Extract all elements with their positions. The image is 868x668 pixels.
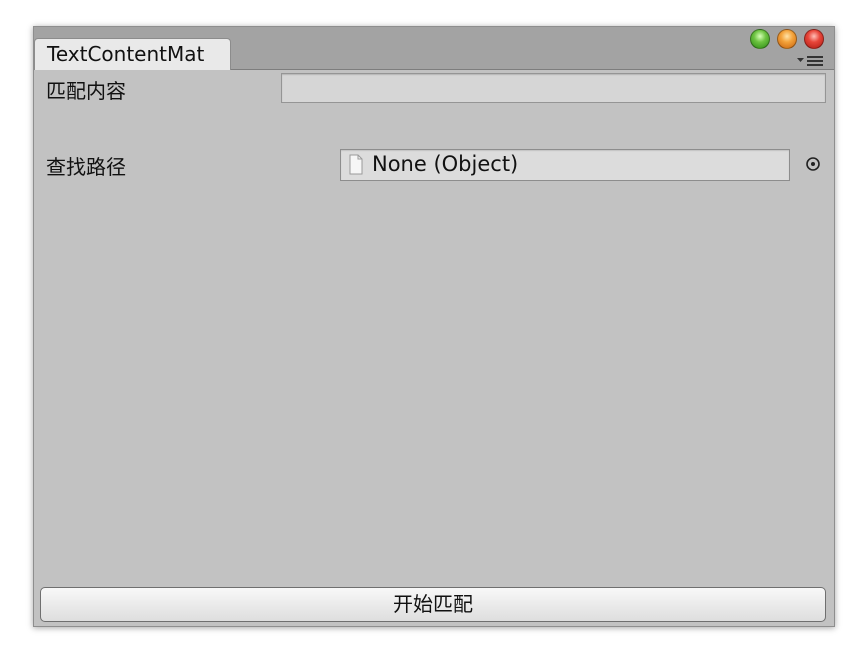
search-path-label: 查找路径: [46, 155, 126, 179]
match-content-label: 匹配内容: [46, 79, 126, 103]
zoom-button[interactable]: [750, 29, 770, 49]
tab-menu-icon[interactable]: [797, 55, 825, 67]
start-match-button[interactable]: 开始匹配: [40, 587, 826, 622]
minimize-button[interactable]: [777, 29, 797, 49]
search-path-value: None (Object): [372, 152, 519, 176]
start-match-label: 开始匹配: [393, 592, 473, 616]
document-icon: [349, 154, 363, 175]
search-path-object-field[interactable]: None (Object): [340, 149, 790, 181]
object-picker-icon[interactable]: [805, 156, 821, 172]
match-content-input[interactable]: [281, 73, 826, 103]
window-titlebar: TextContentMat: [34, 27, 834, 70]
close-button[interactable]: [804, 29, 824, 49]
window-tab[interactable]: TextContentMat: [34, 38, 231, 70]
editor-window: TextContentMat 匹配内容 查找路径 None (Object) 开…: [33, 26, 835, 627]
window-tab-title: TextContentMat: [47, 42, 205, 66]
